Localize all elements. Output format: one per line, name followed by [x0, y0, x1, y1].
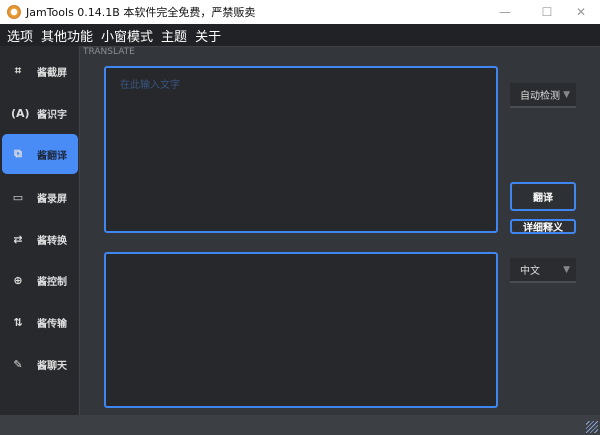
- sidebar-item-label: 酱聊天: [37, 360, 67, 372]
- control-icon: ⊕: [13, 273, 23, 287]
- target-language-value: 中文: [520, 266, 540, 277]
- sidebar-item-label: 酱传输: [37, 318, 67, 330]
- chevron-down-icon: ▼: [563, 89, 570, 100]
- translate-button[interactable]: 翻译: [510, 182, 576, 211]
- menu-theme[interactable]: 主题: [161, 26, 187, 45]
- chat-icon: ✎: [13, 357, 23, 371]
- sidebar-item-record[interactable]: ▭ 酱录屏: [2, 177, 78, 217]
- ocr-icon: (A): [11, 106, 30, 120]
- maximize-button[interactable]: ☐: [528, 0, 566, 24]
- sidebar-item-label: 酱识字: [37, 109, 67, 121]
- sidebar-item-label: 酱控制: [37, 276, 67, 288]
- detail-definition-button[interactable]: 详细释义: [510, 219, 576, 234]
- section-title: TRANSLATE: [83, 47, 135, 57]
- title-bar: JamTools 0.14.1B 本软件完全免费，严禁贩卖 — ☐ ✕: [0, 0, 600, 24]
- result-text-output[interactable]: [104, 252, 498, 408]
- sidebar-item-screenshot[interactable]: ⌗ 酱截屏: [2, 51, 78, 91]
- crop-icon: ⌗: [14, 64, 22, 77]
- resize-grip-icon[interactable]: [586, 421, 598, 433]
- status-bar: [0, 415, 600, 435]
- sidebar-item-convert[interactable]: ⇄ 酱转换: [2, 219, 78, 259]
- menu-about[interactable]: 关于: [195, 26, 221, 45]
- minimize-button[interactable]: —: [486, 0, 524, 24]
- video-icon: ▭: [12, 190, 24, 204]
- menu-other-functions[interactable]: 其他功能: [41, 26, 93, 45]
- source-language-value: 自动检测: [520, 91, 560, 102]
- sidebar-item-label: 酱转换: [37, 235, 67, 247]
- menu-mini-mode[interactable]: 小窗模式: [101, 26, 153, 45]
- translate-icon: ⧉: [14, 147, 22, 160]
- sidebar-item-chat[interactable]: ✎ 酱聊天: [2, 344, 78, 384]
- input-placeholder: 在此输入文字: [120, 80, 180, 91]
- chevron-down-icon: ▼: [563, 264, 570, 275]
- menu-bar: 选项 其他功能 小窗模式 主题 关于: [0, 24, 600, 46]
- source-language-select[interactable]: 自动检测 ▼: [510, 83, 576, 108]
- source-text-input[interactable]: 在此输入文字: [104, 66, 498, 233]
- convert-icon: ⇄: [13, 232, 23, 246]
- transfer-icon: ⇅: [13, 315, 23, 329]
- app-logo-icon: [7, 5, 21, 19]
- menu-options[interactable]: 选项: [7, 26, 33, 45]
- sidebar-item-ocr[interactable]: (A) 酱识字: [2, 93, 78, 133]
- target-language-select[interactable]: 中文 ▼: [510, 258, 576, 283]
- sidebar-item-label: 酱截屏: [37, 67, 67, 79]
- window-title: JamTools 0.14.1B 本软件完全免费，严禁贩卖: [26, 6, 256, 19]
- sidebar-item-label: 酱录屏: [37, 193, 67, 205]
- close-button[interactable]: ✕: [562, 0, 600, 24]
- sidebar-item-translate[interactable]: ⧉ 酱翻译: [2, 134, 78, 174]
- sidebar-item-control[interactable]: ⊕ 酱控制: [2, 260, 78, 300]
- sidebar-item-label: 酱翻译: [37, 150, 67, 162]
- sidebar-item-transfer[interactable]: ⇅ 酱传输: [2, 302, 78, 342]
